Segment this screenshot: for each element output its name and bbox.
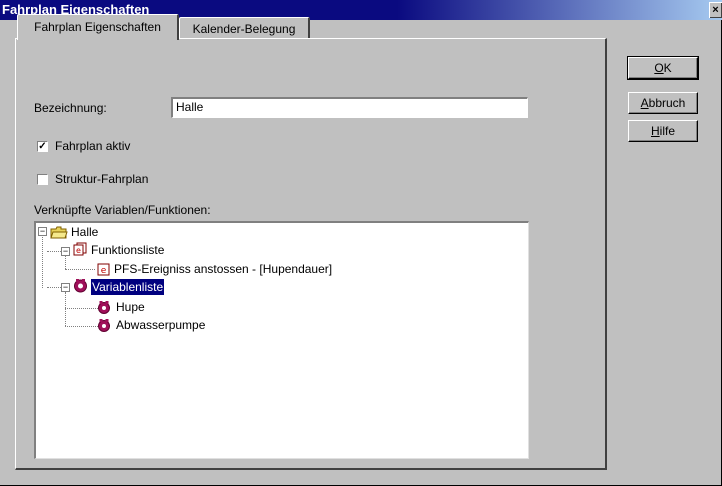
tree-line	[65, 292, 66, 326]
tree-line	[47, 251, 61, 252]
collapse-toggle[interactable]: −	[61, 247, 70, 256]
tab-kalender-belegung[interactable]: Kalender-Belegung	[179, 17, 310, 39]
close-button[interactable]: ×	[709, 2, 722, 18]
tree-line	[65, 308, 98, 309]
abbruch-button[interactable]: Abbruch	[628, 92, 698, 114]
variable-icon	[98, 301, 110, 314]
function-list-icon: e	[73, 242, 87, 256]
folder-icon	[50, 226, 68, 239]
tree-node-variablenliste[interactable]: Variablenliste	[91, 279, 165, 295]
variable-icon	[98, 319, 110, 332]
function-icon: e	[97, 263, 110, 276]
properties-dialog: Fahrplan Eigenschaften × Fahrplan Eigens…	[0, 0, 722, 486]
tree-node-halle[interactable]: Halle	[71, 224, 98, 240]
tab-label: Kalender-Belegung	[192, 22, 296, 36]
fahrplan-aktiv-label[interactable]: Fahrplan aktiv	[55, 139, 130, 153]
tree-node-pfs-ereigniss[interactable]: PFS-Ereigniss anstossen - [Hupendauer]	[114, 261, 332, 277]
tree-node-hupe[interactable]: Hupe	[116, 299, 145, 315]
tree-line	[65, 256, 66, 269]
tab-fahrplan-eigenschaften[interactable]: Fahrplan Eigenschaften	[17, 14, 179, 40]
collapse-toggle[interactable]: −	[38, 227, 47, 236]
tree-line	[65, 269, 95, 270]
collapse-toggle[interactable]: −	[61, 283, 70, 292]
bezeichnung-input[interactable]: Halle	[171, 97, 528, 118]
tree-node-funktionsliste[interactable]: Funktionsliste	[91, 242, 164, 258]
tree-line	[42, 235, 43, 288]
struktur-fahrplan-label[interactable]: Struktur-Fahrplan	[55, 172, 148, 186]
bezeichnung-label: Bezeichnung:	[34, 101, 107, 115]
variables-tree-view[interactable]: − Halle − e Funktionsliste e PFS-Ereigni…	[34, 221, 529, 459]
tree-line	[47, 287, 61, 288]
tab-label: Fahrplan Eigenschaften	[34, 20, 161, 34]
tree-line	[65, 326, 98, 327]
verknuepfte-variablen-label: Verknüpfte Variablen/Funktionen:	[34, 203, 211, 217]
hilfe-button[interactable]: Hilfe	[628, 120, 698, 142]
svg-text:e: e	[101, 266, 107, 276]
svg-text:e: e	[76, 246, 81, 255]
variable-list-icon	[74, 279, 87, 293]
struktur-fahrplan-checkbox[interactable]	[37, 174, 48, 185]
fahrplan-aktiv-checkbox[interactable]: ✓	[37, 141, 48, 152]
tree-node-abwasserpumpe[interactable]: Abwasserpumpe	[116, 317, 205, 333]
ok-button[interactable]: OK	[627, 56, 699, 80]
